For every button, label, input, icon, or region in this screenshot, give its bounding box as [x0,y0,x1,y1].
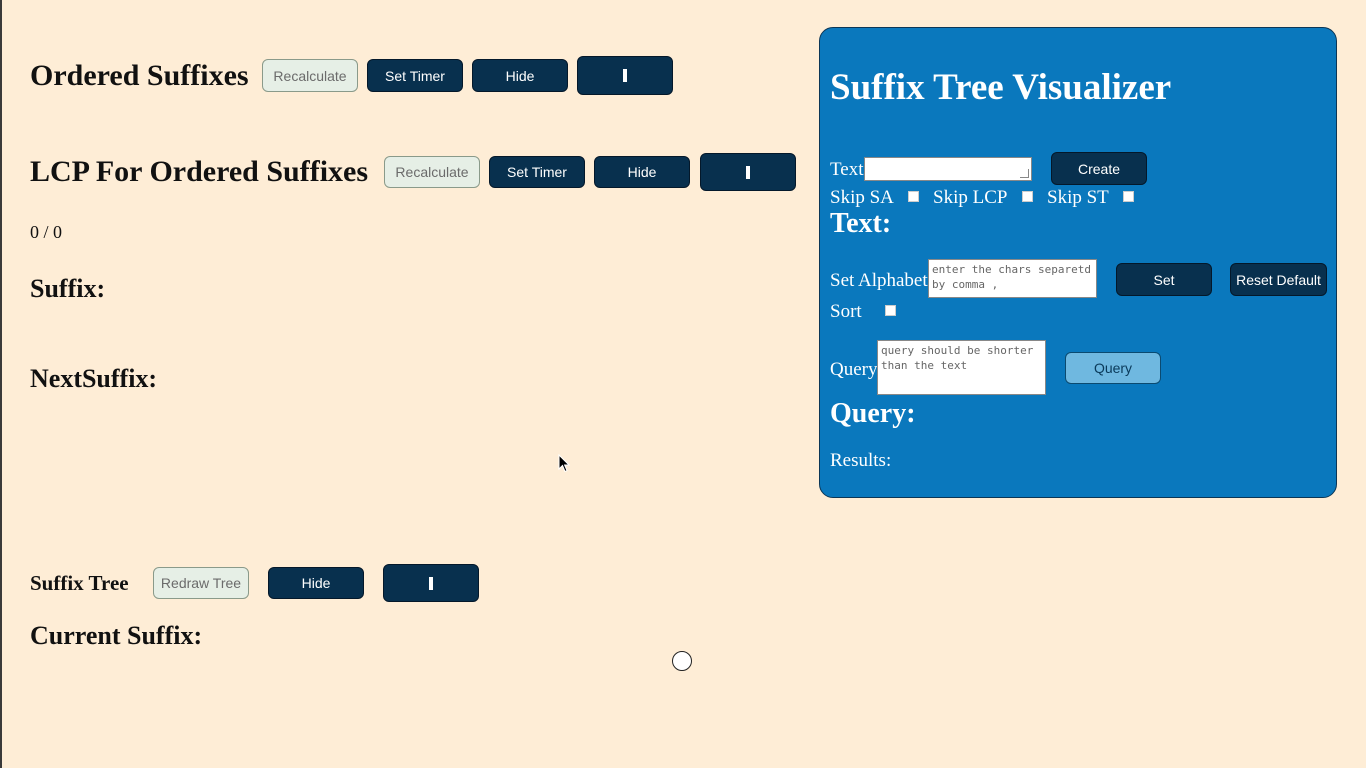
ordered-suffixes-set-timer-button[interactable]: Set Timer [367,59,463,92]
ordered-suffixes-title: Ordered Suffixes [30,59,249,92]
skip-st-label: Skip ST [1047,187,1109,208]
text-field-label: Text [830,159,864,180]
results-label: Results: [830,450,892,471]
query-button[interactable]: Query [1065,352,1161,384]
set-alphabet-button[interactable]: Set [1116,263,1212,296]
pause-icon [623,69,627,82]
next-suffix-label: NextSuffix: [30,364,158,393]
lcp-recalculate-button[interactable]: Recalculate [384,156,480,188]
redraw-tree-button[interactable]: Redraw Tree [153,567,249,599]
suffix-tree-pause-button[interactable] [383,564,479,602]
skip-st-checkbox[interactable] [1123,191,1134,202]
text-heading: Text: [830,208,892,239]
sort-label: Sort [830,301,862,322]
alphabet-input[interactable]: enter the chars separetd by comma , [928,259,1097,298]
pause-icon [746,165,750,179]
tree-node-circle [672,651,692,671]
skip-lcp-checkbox[interactable] [1022,191,1033,202]
pause-icon [429,576,433,590]
skip-sa-checkbox[interactable] [908,191,919,202]
current-suffix-label: Current Suffix: [30,621,203,650]
suffix-tree-hide-button[interactable]: Hide [268,567,364,599]
query-input[interactable]: query should be shorter than the text [877,340,1046,395]
ordered-suffixes-pause-button[interactable] [577,56,673,95]
set-alphabet-label: Set Alphabet [830,270,928,291]
skip-lcp-label: Skip LCP [933,187,1008,208]
lcp-pause-button[interactable] [700,153,796,191]
suffix-tree-title: Suffix Tree [30,571,129,595]
mouse-pointer-icon [558,454,570,473]
query-heading: Query: [830,398,916,429]
create-button[interactable]: Create [1051,152,1147,185]
lcp-set-timer-button[interactable]: Set Timer [489,156,585,188]
ordered-suffixes-recalculate-button[interactable]: Recalculate [262,59,358,92]
lcp-counter: 0 / 0 [30,222,63,242]
resize-grip-icon [1020,169,1029,178]
suffix-label: Suffix: [30,274,106,303]
query-label: Query [830,359,878,380]
visualizer-panel: Suffix Tree Visualizer Text Create Skip … [819,27,1337,498]
sort-checkbox[interactable] [885,305,896,316]
text-input[interactable] [864,157,1032,181]
reset-default-button[interactable]: Reset Default [1230,263,1327,296]
lcp-title: LCP For Ordered Suffixes [30,155,369,188]
panel-title: Suffix Tree Visualizer [830,67,1172,108]
left-border [0,0,2,768]
ordered-suffixes-hide-button[interactable]: Hide [472,59,568,92]
lcp-hide-button[interactable]: Hide [594,156,690,188]
skip-sa-label: Skip SA [830,187,894,208]
